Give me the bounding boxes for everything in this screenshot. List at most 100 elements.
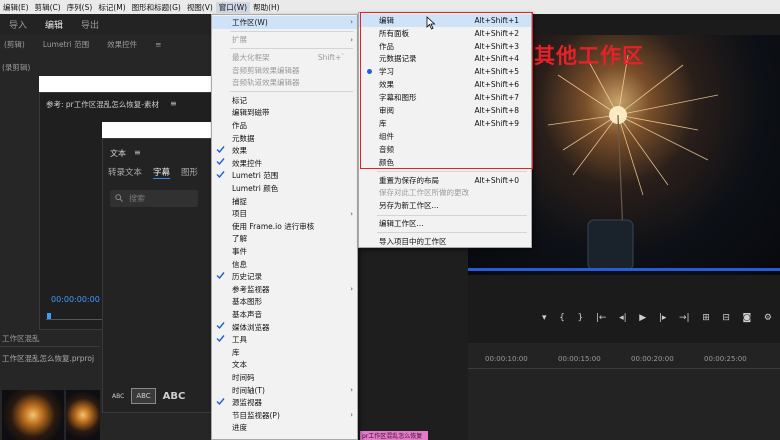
menu-item[interactable]: 效果 Alt+Shift+6 bbox=[359, 79, 531, 92]
menu-item[interactable]: 字幕和图形 Alt+Shift+7 bbox=[359, 91, 531, 104]
project-tab[interactable]: 工作区混乱 bbox=[2, 333, 40, 344]
menu-item[interactable]: 库 bbox=[212, 346, 357, 359]
menu-item[interactable]: 时间码 bbox=[212, 371, 357, 384]
annotation-label: 其他工作区 bbox=[534, 44, 644, 68]
menu-item[interactable]: 图形和标题(G) bbox=[129, 2, 184, 13]
source-window-title: 参考: pr工作区混乱怎么恢复-素材 bbox=[46, 100, 159, 109]
menu-item[interactable]: 帮助(H) bbox=[250, 2, 283, 13]
tab-transcript[interactable]: 转录文本 bbox=[108, 166, 142, 179]
timeline-clip[interactable]: pr工作区混乱怎么恢复 bbox=[360, 431, 428, 440]
menu-item[interactable]: 组件 bbox=[359, 130, 531, 143]
menu-item[interactable]: 参考监视器 › bbox=[212, 283, 357, 296]
menu-item[interactable]: 元数据 bbox=[212, 132, 357, 145]
menu-item[interactable]: 时间轴(T) › bbox=[212, 384, 357, 397]
menu-item[interactable]: 视图(V) bbox=[184, 2, 216, 13]
menu-item[interactable]: 颜色 bbox=[359, 156, 531, 169]
menu-item[interactable]: 捕捉 bbox=[212, 195, 357, 208]
chevron-right-icon: › bbox=[350, 411, 353, 420]
menu-item[interactable]: 效果控件 bbox=[212, 157, 357, 170]
overwrite-icon[interactable]: ⊟ bbox=[722, 313, 730, 323]
menu-item[interactable]: 事件 bbox=[212, 245, 357, 258]
camera-icon[interactable]: ◙ bbox=[743, 313, 752, 323]
panel-menu-icon[interactable]: ≡ bbox=[134, 148, 141, 157]
menu-item[interactable]: 重置为保存的布局 Alt+Shift+0 bbox=[359, 174, 531, 187]
playhead-marker[interactable] bbox=[47, 313, 51, 319]
menu-item[interactable]: 另存为新工作区... bbox=[359, 200, 531, 213]
tab-effect-controls[interactable]: 效果控件 bbox=[107, 39, 137, 50]
panel-menu-icon[interactable]: ≡ bbox=[170, 99, 177, 108]
chevron-right-icon: › bbox=[350, 18, 353, 27]
workspace-tab[interactable]: 导入 bbox=[0, 18, 36, 31]
settings-icon[interactable]: ⚙ bbox=[764, 313, 772, 323]
menu-item[interactable]: 编辑 Alt+Shift+1 bbox=[359, 14, 531, 27]
menu-item-label: 标记 bbox=[232, 95, 247, 105]
in-point-icon[interactable]: { bbox=[559, 313, 565, 323]
menu-item[interactable]: 元数据记录 Alt+Shift+4 bbox=[359, 53, 531, 66]
menu-item[interactable]: 媒体浏览器 bbox=[212, 321, 357, 334]
tab-captions[interactable]: 字幕 bbox=[153, 166, 171, 179]
menu-item[interactable]: 效果 bbox=[212, 144, 357, 157]
menu-item[interactable]: 音频 bbox=[359, 143, 531, 156]
menu-item[interactable]: 标记(M) bbox=[95, 2, 128, 13]
menu-item[interactable]: 编辑(E) bbox=[0, 2, 32, 13]
menu-item-shortcut: Alt+Shift+9 bbox=[474, 118, 519, 128]
caption-style-small[interactable]: ABC bbox=[112, 393, 124, 400]
workspace-tab[interactable]: 导出 bbox=[72, 18, 108, 31]
menu-item[interactable]: 基本声音 bbox=[212, 308, 357, 321]
playhead-track[interactable] bbox=[46, 319, 102, 320]
menu-item[interactable]: 编辑工作区... bbox=[359, 218, 531, 231]
tab-lumetri-scopes[interactable]: Lumetri 范围 bbox=[43, 39, 89, 50]
menu-item[interactable]: 作品 bbox=[212, 119, 357, 132]
menu-item[interactable]: Lumetri 颜色 bbox=[212, 182, 357, 195]
menu-item[interactable]: 节目监视器(P) › bbox=[212, 409, 357, 422]
search-input[interactable]: 搜索 bbox=[110, 190, 198, 207]
caption-style-large[interactable]: ABC bbox=[163, 391, 186, 402]
caption-style-box[interactable]: ABC bbox=[131, 388, 156, 404]
timeline-ruler[interactable]: 00:00:10:00 00:00:15:00 00:00:20:00 00:0… bbox=[468, 355, 780, 369]
timecode-display[interactable]: 00:00:00:00 bbox=[51, 295, 100, 304]
tab-graphics[interactable]: 图形 bbox=[181, 166, 198, 179]
menu-item-label: 事件 bbox=[232, 246, 247, 256]
menu-item[interactable]: 工具 bbox=[212, 333, 357, 346]
menu-item[interactable]: 序列(S) bbox=[64, 2, 96, 13]
menu-item[interactable]: 进度 bbox=[212, 422, 357, 435]
menu-item[interactable]: 学习 Alt+Shift+5 bbox=[359, 66, 531, 79]
clip-thumbnail[interactable] bbox=[66, 390, 100, 440]
menu-item[interactable]: Lumetri 范围 bbox=[212, 170, 357, 183]
sub-tab[interactable]: (录剪辑) bbox=[2, 62, 30, 73]
menu-item[interactable]: 库 Alt+Shift+9 bbox=[359, 117, 531, 130]
go-to-in-icon[interactable]: |← bbox=[596, 313, 607, 323]
menu-item[interactable]: 基本图形 bbox=[212, 296, 357, 309]
menu-item[interactable]: 编辑到磁带 bbox=[212, 107, 357, 120]
menu-item-label: 保存对此工作区所做的更改 bbox=[379, 188, 469, 198]
menu-item[interactable]: 文本 bbox=[212, 359, 357, 372]
insert-icon[interactable]: ⊞ bbox=[702, 313, 710, 323]
menu-item[interactable]: 历史记录 bbox=[212, 270, 357, 283]
go-to-out-icon[interactable]: →| bbox=[679, 313, 690, 323]
out-point-icon[interactable]: } bbox=[578, 313, 584, 323]
menu-item[interactable]: 审阅 Alt+Shift+8 bbox=[359, 104, 531, 117]
menu-item[interactable]: 源监视器 bbox=[212, 396, 357, 409]
menu-item[interactable]: 剪辑(C) bbox=[32, 2, 64, 13]
play-icon[interactable]: ▶ bbox=[639, 313, 646, 323]
workspace-tab[interactable]: 编辑 bbox=[36, 18, 72, 31]
tab-clip[interactable]: (剪辑) bbox=[4, 39, 25, 50]
marker-icon[interactable]: ▾ bbox=[542, 313, 547, 323]
menu-item-label: 源监视器 bbox=[232, 398, 262, 408]
menu-item[interactable]: 了解 bbox=[212, 233, 357, 246]
step-back-icon[interactable]: ◂| bbox=[619, 313, 627, 323]
menu-item[interactable]: 工作区(W) › bbox=[212, 16, 357, 29]
menu-item[interactable]: 作品 Alt+Shift+3 bbox=[359, 40, 531, 53]
panel-menu-icon[interactable]: ≡ bbox=[155, 40, 161, 49]
menu-item[interactable]: 使用 Frame.io 进行审核 bbox=[212, 220, 357, 233]
clip-thumbnail[interactable] bbox=[2, 390, 64, 440]
menu-item[interactable]: 信息 bbox=[212, 258, 357, 271]
menu-item-label: 审阅 bbox=[379, 106, 394, 116]
menu-item[interactable]: 项目 › bbox=[212, 207, 357, 220]
menu-item[interactable]: 标记 bbox=[212, 94, 357, 107]
menu-item[interactable]: 导入项目中的工作区 bbox=[359, 235, 531, 248]
menu-item[interactable]: 所有面板 Alt+Shift+2 bbox=[359, 27, 531, 40]
menu-item[interactable]: 窗口(W) bbox=[215, 1, 251, 13]
step-forward-icon[interactable]: |▸ bbox=[659, 313, 667, 323]
menu-item-label: 库 bbox=[232, 347, 240, 357]
